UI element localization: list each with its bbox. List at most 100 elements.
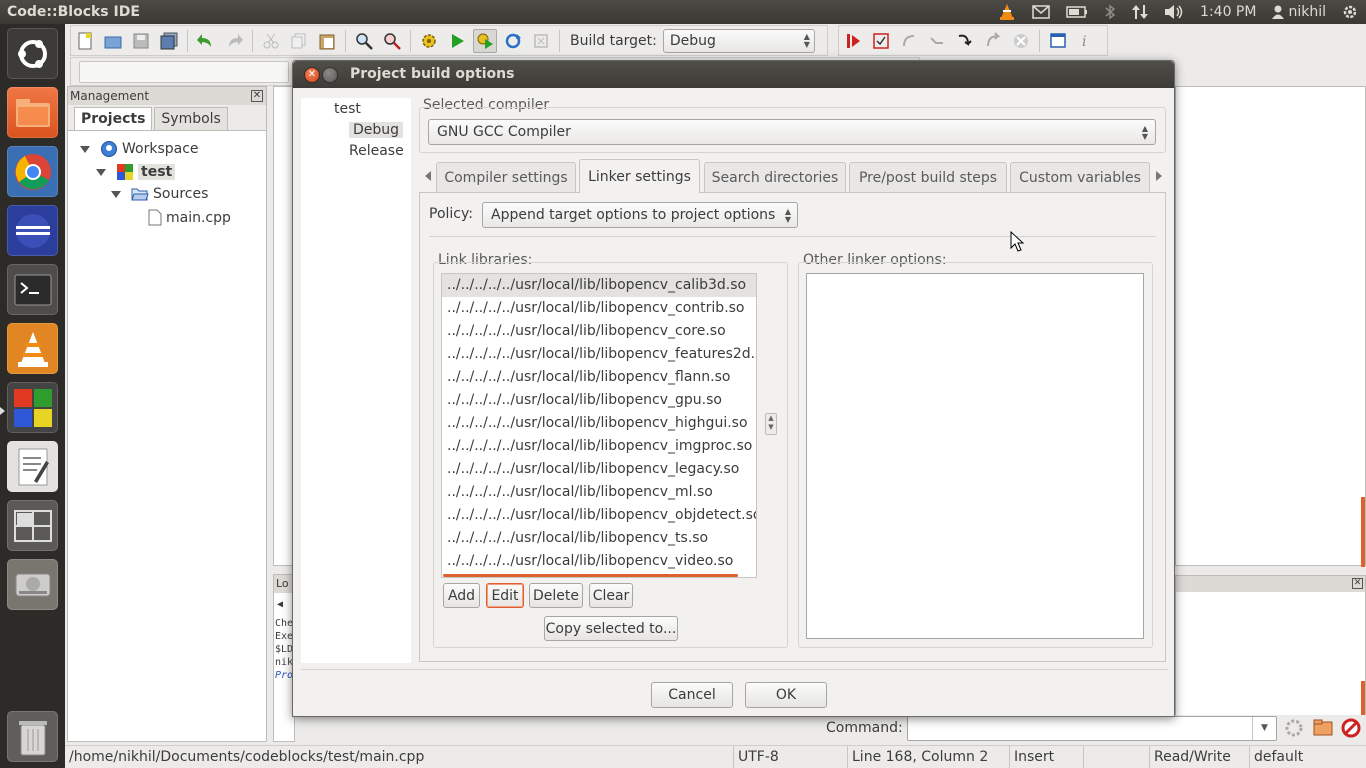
abort-icon[interactable] [529, 29, 553, 53]
files-icon[interactable] [7, 87, 58, 138]
tree-workspace[interactable]: Workspace [80, 140, 199, 158]
new-file-icon[interactable] [73, 29, 97, 53]
tab-compiler-settings[interactable]: Compiler settings [436, 162, 576, 192]
find-icon[interactable] [352, 29, 376, 53]
list-item[interactable]: ../../../../../usr/local/lib/libopencv_v… [442, 550, 756, 573]
next-line-icon[interactable] [897, 29, 921, 53]
terminal-icon[interactable] [7, 264, 58, 315]
copy-icon[interactable] [287, 29, 311, 53]
debug-windows-icon[interactable] [1046, 29, 1070, 53]
tree-folder-sources[interactable]: Sources [111, 186, 208, 202]
redo-icon[interactable] [222, 29, 246, 53]
list-item[interactable]: ../../../../../usr/local/lib/libopencv_h… [442, 412, 756, 435]
copy-selected-button[interactable]: Copy selected to... [544, 616, 678, 641]
save-icon[interactable] [129, 29, 153, 53]
step-out-icon[interactable] [981, 29, 1005, 53]
power-gear-icon[interactable] [1334, 0, 1366, 24]
vlc-tray-icon[interactable] [990, 0, 1024, 24]
build-gear-icon[interactable] [417, 29, 441, 53]
stop-debugger-icon[interactable] [1009, 29, 1033, 53]
ok-button[interactable]: OK [745, 682, 827, 708]
list-item[interactable]: ../../../../../usr/local/lib/libopencv_g… [442, 389, 756, 412]
tab-scroll-left-icon[interactable] [425, 171, 431, 181]
next-instruction-icon[interactable] [925, 29, 949, 53]
battery-icon[interactable] [1058, 0, 1096, 24]
open-file-icon[interactable] [101, 29, 125, 53]
list-item[interactable]: ../../../../../usr/local/lib/libopencv_i… [442, 435, 756, 458]
paste-icon[interactable] [315, 29, 339, 53]
add-button[interactable]: Add [443, 583, 480, 608]
tree-project-test[interactable]: test [96, 163, 176, 181]
vlc-icon[interactable] [7, 323, 58, 374]
trash-icon[interactable] [7, 711, 58, 762]
workspace-switcher-icon[interactable] [7, 500, 58, 551]
tab-custom-variables[interactable]: Custom variables [1010, 162, 1150, 192]
list-item[interactable]: ../../../../../usr/local/lib/libopencv_c… [442, 274, 756, 297]
list-item[interactable]: ../../../../../usr/local/lib/libopencv_m… [442, 481, 756, 504]
tab-scroll-right-icon[interactable] [1156, 171, 1162, 181]
delete-button[interactable]: Delete [529, 583, 583, 608]
list-item[interactable]: ../../../../../usr/local/lib/libopencv_c… [442, 297, 756, 320]
list-item[interactable]: ../../../../../usr/local/lib/libopencv_l… [442, 458, 756, 481]
tab-projects[interactable]: Projects [74, 107, 153, 130]
list-item[interactable]: ../../../../../usr/local/lib/libopencv_c… [442, 320, 756, 343]
tab-pre-post-build-steps[interactable]: Pre/post build steps [849, 162, 1007, 192]
cancel-button[interactable]: Cancel [651, 682, 733, 708]
rebuild-icon[interactable] [501, 29, 525, 53]
open-folder-icon[interactable] [1312, 717, 1334, 739]
disk-drive-icon[interactable] [7, 559, 58, 610]
debug-info-icon[interactable]: i [1074, 29, 1098, 53]
text-editor-icon[interactable] [7, 441, 58, 492]
stop-icon[interactable] [1340, 717, 1362, 739]
save-all-icon[interactable] [157, 29, 181, 53]
tab-symbols[interactable]: Symbols [154, 107, 228, 130]
tree-file-main[interactable]: main.cpp [148, 209, 231, 226]
build-target-combo[interactable]: Debug ▲ ▼ [662, 28, 815, 53]
horizontal-scrollbar[interactable] [443, 574, 738, 577]
target-item-release[interactable]: Release [349, 143, 404, 159]
codeblocks-icon[interactable] [7, 382, 58, 433]
clock[interactable]: 1:40 PM [1192, 0, 1264, 24]
expand-triangle-icon[interactable] [96, 168, 106, 176]
other-linker-options-textarea[interactable] [806, 273, 1144, 639]
dash-home-icon[interactable] [7, 28, 58, 79]
editor-area-right[interactable] [1175, 86, 1366, 567]
build-and-run-icon[interactable] [473, 28, 497, 53]
link-libraries-list[interactable]: ../../../../../usr/local/lib/libopencv_c… [441, 273, 757, 578]
edit-button[interactable]: Edit [486, 583, 524, 608]
user-menu[interactable]: nikhil [1264, 0, 1334, 24]
eclipse-icon[interactable] [7, 205, 58, 256]
run-to-cursor-icon[interactable] [869, 29, 893, 53]
expand-triangle-icon[interactable] [111, 190, 121, 198]
run-icon[interactable] [445, 29, 469, 53]
tab-search-directories[interactable]: Search directories [704, 162, 846, 192]
tab-linker-settings[interactable]: Linker settings [579, 159, 700, 193]
mail-icon[interactable] [1024, 0, 1058, 24]
undo-icon[interactable] [194, 29, 218, 53]
debug-start-icon[interactable] [841, 29, 865, 53]
list-item[interactable]: ../../../../../usr/local/lib/libopencv_o… [442, 504, 756, 527]
cut-icon[interactable] [259, 29, 283, 53]
close-icon[interactable]: ✕ [251, 90, 263, 102]
target-item-debug[interactable]: Debug [349, 122, 404, 138]
code-completion-combo[interactable] [79, 60, 289, 83]
volume-icon[interactable] [1156, 0, 1192, 24]
clear-button[interactable]: Clear [589, 583, 633, 608]
log-scroll-left-icon[interactable]: ◀ [274, 593, 294, 617]
command-input[interactable]: ▼ [907, 716, 1277, 741]
chevron-down-icon[interactable]: ▼ [1252, 717, 1276, 740]
policy-combo[interactable]: Append target options to project options… [482, 202, 798, 228]
bluetooth-icon[interactable] [1096, 0, 1124, 24]
chrome-icon[interactable] [7, 146, 58, 197]
gear-icon[interactable] [1283, 717, 1305, 739]
dialog-minimize-icon[interactable] [322, 67, 338, 83]
step-into-icon[interactable] [953, 29, 977, 53]
close-icon[interactable]: ✕ [1352, 578, 1363, 589]
compiler-combo[interactable]: GNU GCC Compiler ▲ ▼ [428, 119, 1156, 145]
list-item[interactable]: ../../../../../usr/local/lib/libopencv_t… [442, 527, 756, 550]
replace-icon[interactable] [380, 29, 404, 53]
list-item[interactable]: ../../../../../usr/local/lib/libopencv_f… [442, 366, 756, 389]
expand-triangle-icon[interactable] [80, 145, 90, 153]
vertical-scrollbar[interactable]: ▲ ▼ [765, 413, 777, 435]
target-item-test[interactable]: test [334, 101, 361, 117]
